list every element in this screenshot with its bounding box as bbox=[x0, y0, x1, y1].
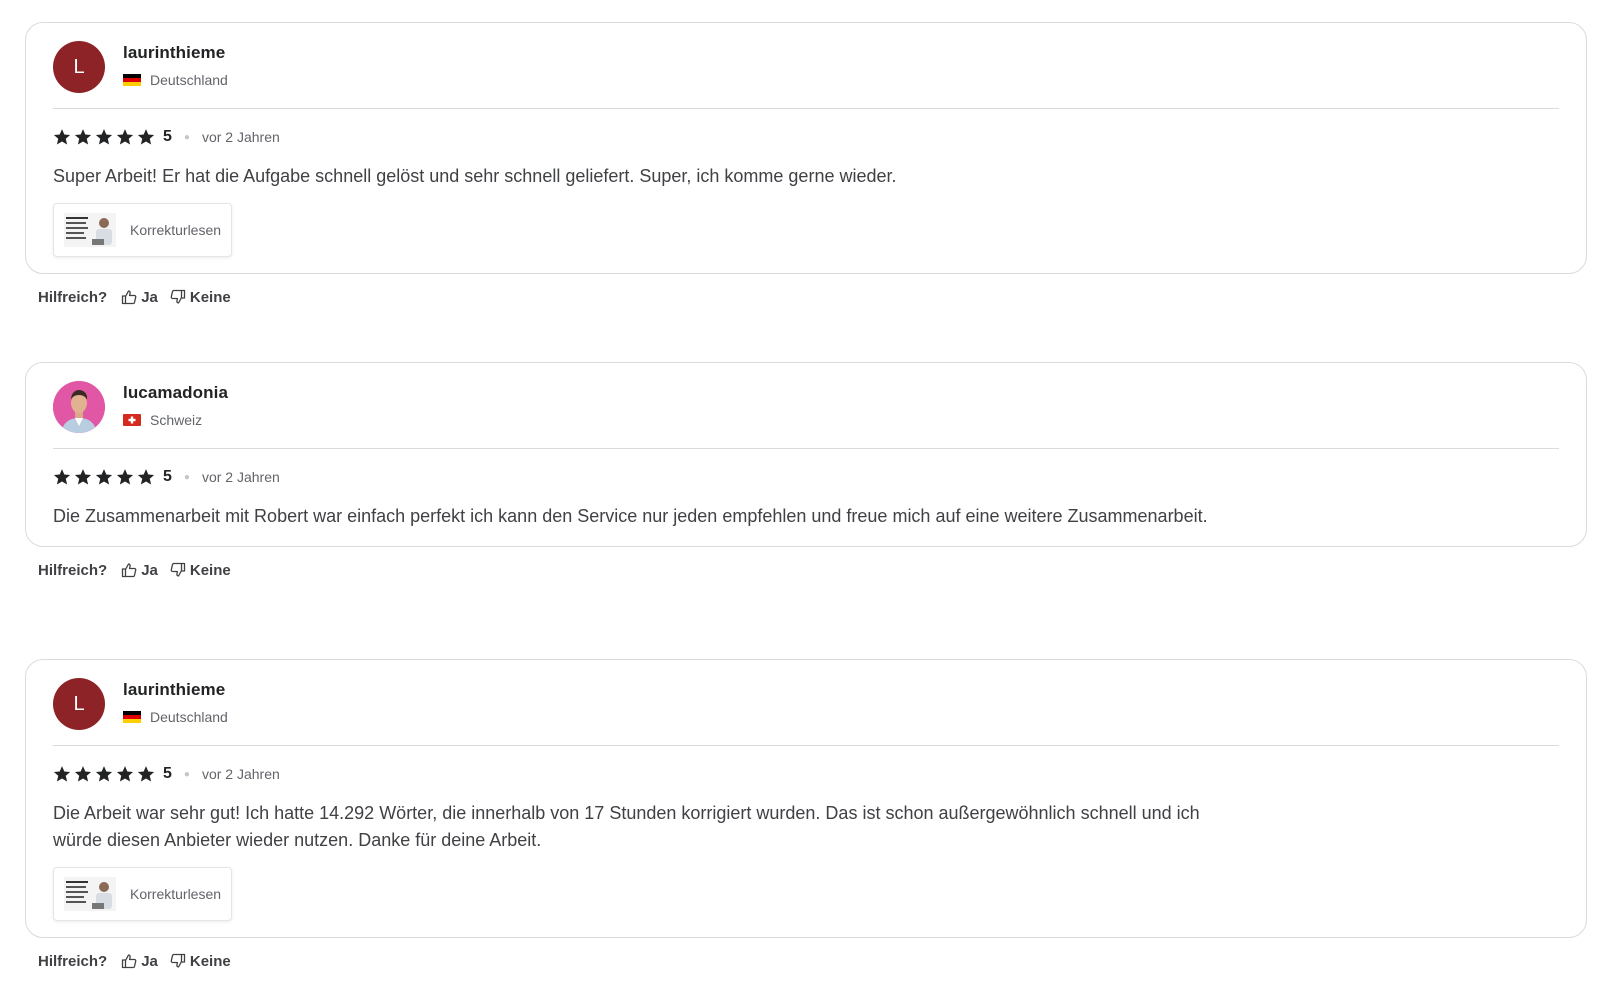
thumbs-up-icon bbox=[122, 954, 137, 969]
helpful-yes-label: Ja bbox=[141, 288, 158, 306]
separator-dot: ● bbox=[183, 768, 190, 780]
germany-flag-icon bbox=[123, 74, 141, 86]
avatar[interactable]: L bbox=[53, 678, 105, 730]
avatar[interactable]: L bbox=[53, 41, 105, 93]
helpful-no-button[interactable]: Keine bbox=[170, 953, 231, 970]
helpful-label: Hilfreich? bbox=[38, 952, 108, 970]
reviewer-info: L laurinthieme Deutschland bbox=[53, 678, 1559, 744]
gig-label: Korrekturlesen bbox=[130, 222, 222, 238]
thumbs-down-icon bbox=[170, 953, 186, 968]
gig-link[interactable]: Korrekturlesen bbox=[53, 867, 233, 921]
helpful-row: Hilfreich? Ja Keine bbox=[38, 560, 1587, 580]
gig-link[interactable]: Korrekturlesen bbox=[53, 203, 233, 257]
star-icon bbox=[137, 129, 155, 145]
star-icon bbox=[53, 129, 71, 145]
star-icon bbox=[95, 129, 113, 145]
helpful-yes-label: Ja bbox=[141, 952, 158, 970]
review-card: L laurinthieme Deutschland 5 ● vor 2 Jah… bbox=[25, 22, 1587, 274]
helpful-no-label: Keine bbox=[189, 288, 231, 306]
reviewer-username[interactable]: lucamadonia bbox=[123, 383, 228, 403]
helpful-yes-button[interactable]: Ja bbox=[121, 289, 158, 306]
rating-row: 5 ● vor 2 Jahren bbox=[53, 764, 1559, 784]
review-time: vor 2 Jahren bbox=[201, 129, 280, 145]
germany-flag-icon bbox=[123, 711, 141, 723]
star-icon bbox=[53, 469, 71, 485]
star-icon bbox=[116, 469, 134, 485]
helpful-row: Hilfreich? Ja Keine bbox=[38, 951, 1587, 971]
helpful-yes-button[interactable]: Ja bbox=[121, 562, 158, 579]
review-text: Die Arbeit war sehr gut! Ich hatte 14.29… bbox=[53, 803, 1200, 850]
separator-dot: ● bbox=[183, 131, 190, 143]
reviewer-info: L laurinthieme Deutschland bbox=[53, 41, 1559, 107]
reviewer-country: Schweiz bbox=[150, 412, 203, 428]
divider bbox=[53, 448, 1559, 449]
separator-dot: ● bbox=[183, 471, 190, 483]
review-card: L laurinthieme Deutschland 5 ● vor 2 Jah… bbox=[25, 659, 1587, 938]
helpful-label: Hilfreich? bbox=[38, 288, 108, 306]
thumbs-up-icon bbox=[122, 290, 137, 305]
helpful-yes-button[interactable]: Ja bbox=[121, 953, 158, 970]
helpful-no-label: Keine bbox=[189, 561, 231, 579]
star-icon bbox=[53, 766, 71, 782]
gig-thumbnail bbox=[64, 877, 116, 911]
divider bbox=[53, 108, 1559, 109]
star-icon bbox=[74, 129, 92, 145]
gig-thumbnail bbox=[64, 213, 116, 247]
star-icon bbox=[116, 129, 134, 145]
star-rating bbox=[53, 765, 155, 783]
avatar-letter: L bbox=[73, 55, 85, 78]
review-text: Die Zusammenarbeit mit Robert war einfac… bbox=[53, 506, 1208, 526]
review-time: vor 2 Jahren bbox=[201, 766, 280, 782]
thumbs-down-icon bbox=[170, 562, 186, 577]
helpful-yes-label: Ja bbox=[141, 561, 158, 579]
rating-value: 5 bbox=[163, 765, 172, 782]
gig-label: Korrekturlesen bbox=[130, 886, 222, 902]
reviewer-username[interactable]: laurinthieme bbox=[123, 43, 228, 63]
reviewer-username[interactable]: laurinthieme bbox=[123, 680, 228, 700]
review-text: Super Arbeit! Er hat die Aufgabe schnell… bbox=[53, 166, 897, 186]
helpful-no-button[interactable]: Keine bbox=[170, 289, 231, 306]
star-icon bbox=[95, 469, 113, 485]
avatar[interactable] bbox=[53, 381, 105, 433]
rating-row: 5 ● vor 2 Jahren bbox=[53, 467, 1559, 487]
helpful-row: Hilfreich? Ja Keine bbox=[38, 287, 1587, 307]
star-icon bbox=[74, 766, 92, 782]
thumbs-down-icon bbox=[170, 289, 186, 304]
star-icon bbox=[116, 766, 134, 782]
rating-row: 5 ● vor 2 Jahren bbox=[53, 127, 1559, 147]
avatar-photo bbox=[53, 381, 105, 433]
rating-value: 5 bbox=[163, 128, 172, 145]
review-item: L laurinthieme Deutschland 5 ● vor 2 Jah… bbox=[25, 22, 1587, 307]
reviewer-info: lucamadonia Schweiz bbox=[53, 381, 1559, 447]
helpful-no-label: Keine bbox=[189, 952, 231, 970]
review-item: L laurinthieme Deutschland 5 ● vor 2 Jah… bbox=[25, 659, 1587, 971]
helpful-no-button[interactable]: Keine bbox=[170, 562, 231, 579]
star-rating bbox=[53, 128, 155, 146]
switzerland-flag-icon bbox=[123, 414, 141, 426]
review-card: lucamadonia Schweiz 5 ● vor 2 Jahren Die… bbox=[25, 362, 1587, 547]
reviewer-country: Deutschland bbox=[150, 709, 228, 725]
divider bbox=[53, 745, 1559, 746]
helpful-label: Hilfreich? bbox=[38, 561, 108, 579]
star-icon bbox=[137, 766, 155, 782]
reviewer-country: Deutschland bbox=[150, 72, 228, 88]
avatar-letter: L bbox=[73, 692, 85, 715]
thumbs-up-icon bbox=[122, 563, 137, 578]
review-item: lucamadonia Schweiz 5 ● vor 2 Jahren Die… bbox=[25, 362, 1587, 580]
rating-value: 5 bbox=[163, 468, 172, 485]
star-icon bbox=[74, 469, 92, 485]
reviews-list: L laurinthieme Deutschland 5 ● vor 2 Jah… bbox=[0, 0, 1624, 995]
star-rating bbox=[53, 468, 155, 486]
review-time: vor 2 Jahren bbox=[201, 469, 280, 485]
star-icon bbox=[95, 766, 113, 782]
star-icon bbox=[137, 469, 155, 485]
